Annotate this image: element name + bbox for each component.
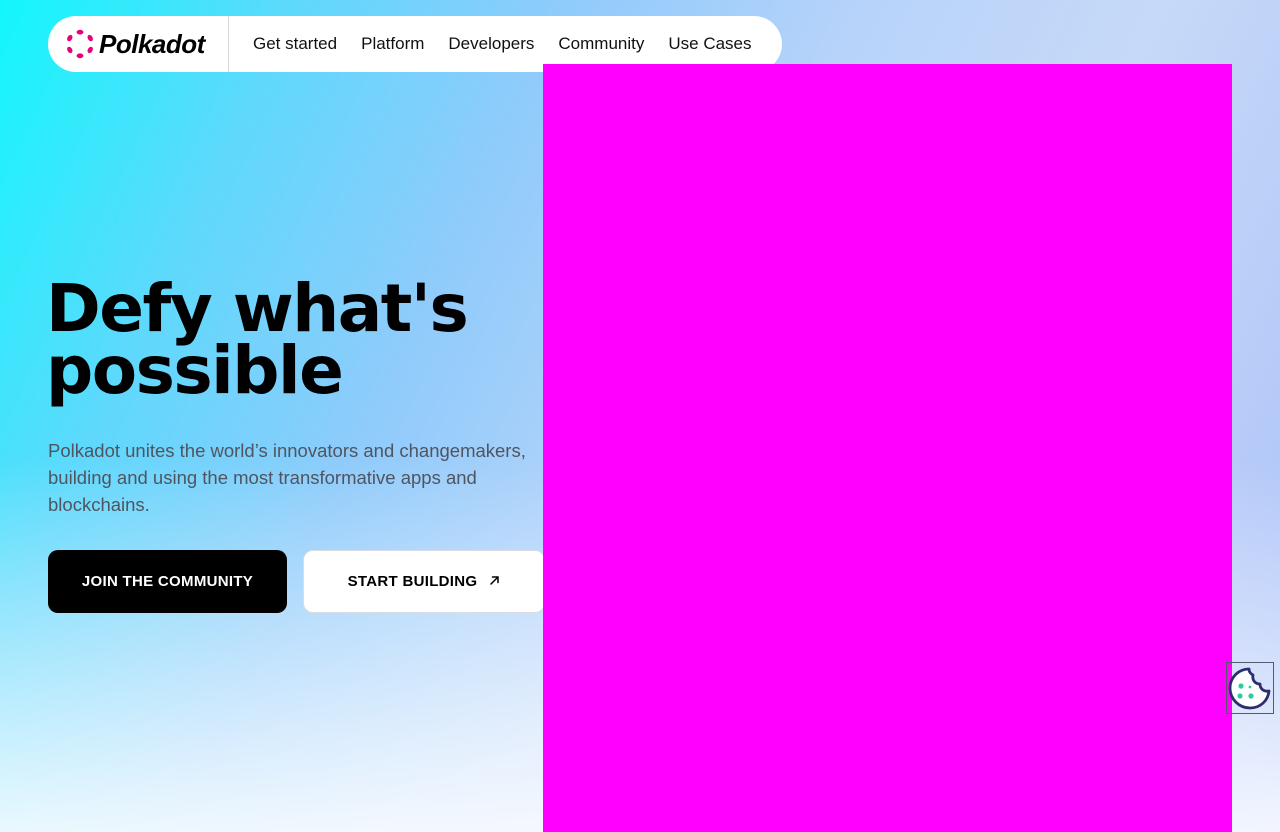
- nav-link-platform[interactable]: Platform: [361, 34, 424, 54]
- hero-title: Defy what's possible: [46, 270, 469, 409]
- join-community-button[interactable]: JOIN THE COMMUNITY: [48, 550, 287, 613]
- brand-name: Polkadot: [99, 28, 205, 59]
- nav-link-developers[interactable]: Developers: [448, 34, 534, 54]
- cookie-icon: [1227, 667, 1273, 713]
- polkadot-logo-icon: [65, 29, 95, 59]
- start-building-button[interactable]: START BUILDING: [303, 550, 545, 613]
- hero-media-placeholder: [543, 64, 1232, 832]
- nav-links: Get started Platform Developers Communit…: [253, 34, 752, 54]
- arrow-up-right-icon: [489, 573, 500, 590]
- start-building-label: START BUILDING: [347, 573, 478, 590]
- nav-link-use-cases[interactable]: Use Cases: [668, 34, 751, 54]
- join-community-label: JOIN THE COMMUNITY: [81, 573, 254, 590]
- nav-link-community[interactable]: Community: [558, 34, 644, 54]
- nav-link-get-started[interactable]: Get started: [253, 34, 337, 54]
- cookie-settings-button[interactable]: [1226, 662, 1274, 714]
- brand-logo-link[interactable]: Polkadot: [48, 16, 229, 72]
- hero-subtitle: Polkadot unites the world’s innovators a…: [48, 440, 526, 515]
